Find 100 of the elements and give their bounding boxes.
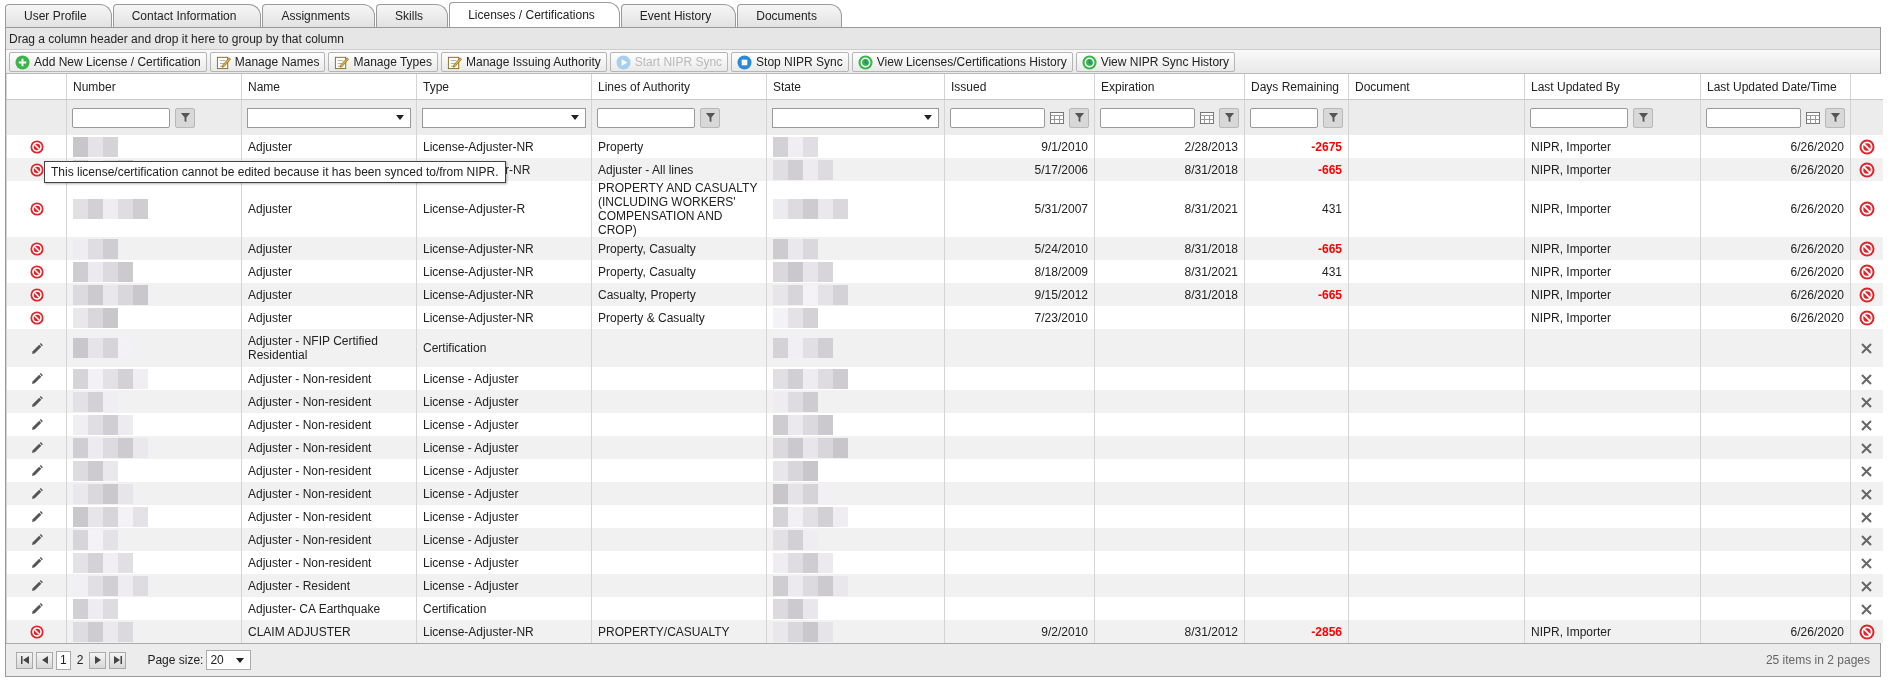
delete-icon[interactable] xyxy=(1861,442,1873,454)
no-entry-icon[interactable] xyxy=(1858,263,1875,280)
column-header[interactable]: Document xyxy=(1348,74,1525,100)
tab[interactable]: Documents xyxy=(737,4,842,27)
no-entry-icon[interactable] xyxy=(29,287,44,302)
filter-button[interactable] xyxy=(1219,107,1239,128)
note-pencil-icon xyxy=(446,54,462,70)
table-cell-text: 6/26/2020 xyxy=(1790,139,1844,154)
no-entry-icon[interactable] xyxy=(1858,309,1875,326)
no-entry-icon[interactable] xyxy=(29,310,44,325)
delete-icon[interactable] xyxy=(1861,534,1873,546)
previous-page-button[interactable] xyxy=(36,651,53,669)
pencil-icon[interactable] xyxy=(30,465,43,478)
page-size-dropdown[interactable]: 20 xyxy=(206,650,251,670)
filter-button[interactable] xyxy=(1633,107,1653,128)
pencil-icon[interactable] xyxy=(30,557,43,570)
next-page-button[interactable] xyxy=(89,651,107,669)
filter-field[interactable] xyxy=(72,107,170,128)
no-entry-icon[interactable] xyxy=(29,264,44,279)
filter-button[interactable] xyxy=(1069,107,1089,128)
delete-icon[interactable] xyxy=(1861,373,1873,385)
delete-icon[interactable] xyxy=(1861,603,1873,615)
filter-dropdown[interactable] xyxy=(247,107,411,128)
column-header[interactable]: Type xyxy=(416,74,592,100)
no-entry-icon[interactable] xyxy=(1858,161,1875,178)
filter-dropdown[interactable] xyxy=(422,107,586,128)
column-header[interactable]: State xyxy=(766,74,945,100)
no-entry-icon[interactable] xyxy=(1858,201,1875,217)
date-filter-field[interactable] xyxy=(1706,107,1801,128)
date-filter-field[interactable] xyxy=(1100,107,1195,128)
column-header[interactable]: Days Remaining xyxy=(1244,74,1349,100)
no-entry-icon[interactable] xyxy=(1858,138,1875,155)
page-number[interactable]: 1 xyxy=(56,650,71,670)
table-cell-text: Adjuster - Non-resident xyxy=(248,555,372,570)
tab[interactable]: Contact Information xyxy=(112,4,262,27)
pencil-icon[interactable] xyxy=(30,511,43,524)
delete-icon[interactable] xyxy=(1861,465,1873,477)
calendar-icon[interactable] xyxy=(1806,111,1820,124)
no-entry-icon[interactable] xyxy=(29,624,44,639)
table-cell-text: License-Adjuster-NR xyxy=(423,264,534,279)
table-cell-text: Property xyxy=(598,139,644,154)
toolbar-button[interactable]: Manage Issuing Authority xyxy=(440,52,607,72)
filter-field[interactable] xyxy=(1250,107,1318,128)
pencil-icon[interactable] xyxy=(30,580,43,593)
toolbar-button[interactable]: Manage Types xyxy=(328,52,438,72)
column-header[interactable]: Number xyxy=(66,74,242,100)
toolbar-button[interactable]: Add New License / Certification xyxy=(9,52,207,72)
tab[interactable]: Assignments xyxy=(262,4,376,27)
pencil-icon[interactable] xyxy=(30,396,43,409)
no-entry-icon[interactable] xyxy=(29,139,44,154)
delete-icon[interactable] xyxy=(1861,557,1873,569)
tab[interactable]: User Profile xyxy=(5,4,112,27)
no-entry-icon[interactable] xyxy=(1858,623,1875,640)
filter-button[interactable] xyxy=(175,107,195,128)
date-filter-field[interactable] xyxy=(950,107,1045,128)
filter-button[interactable] xyxy=(1323,107,1343,128)
page-number[interactable]: 2 xyxy=(73,651,87,669)
column-header[interactable]: Expiration xyxy=(1094,74,1245,100)
toolbar-button[interactable]: View Licenses/Certifications History xyxy=(851,52,1073,72)
no-entry-icon[interactable] xyxy=(29,241,44,256)
table-cell-text: PROPERTY/CASUALTY xyxy=(598,624,730,639)
toolbar-button[interactable]: View NIPR Sync History xyxy=(1075,52,1236,72)
toolbar-button[interactable]: Stop NIPR Sync xyxy=(731,52,849,72)
filter-dropdown[interactable] xyxy=(772,107,939,128)
tab[interactable]: Skills xyxy=(376,4,449,27)
table-cell-text: NIPR, Importer xyxy=(1531,241,1611,256)
pencil-icon[interactable] xyxy=(30,603,43,616)
no-entry-icon[interactable] xyxy=(29,162,44,177)
delete-icon[interactable] xyxy=(1861,511,1873,523)
no-entry-icon[interactable] xyxy=(1858,286,1875,303)
column-header[interactable]: Issued xyxy=(944,74,1095,100)
pencil-icon[interactable] xyxy=(30,488,43,501)
filter-icon xyxy=(1073,112,1085,123)
calendar-icon[interactable] xyxy=(1200,111,1214,124)
column-header[interactable]: Last Updated By xyxy=(1524,74,1701,100)
tab[interactable]: Licenses / Certifications xyxy=(449,2,620,27)
pencil-icon[interactable] xyxy=(30,419,43,432)
tab[interactable]: Event History xyxy=(620,4,737,27)
column-header[interactable]: Name xyxy=(241,74,417,100)
filter-field[interactable] xyxy=(597,107,695,128)
pencil-icon[interactable] xyxy=(30,442,43,455)
delete-icon[interactable] xyxy=(1861,343,1873,355)
no-entry-icon[interactable] xyxy=(1858,240,1875,257)
last-page-button[interactable] xyxy=(109,651,127,669)
delete-icon[interactable] xyxy=(1861,419,1873,431)
filter-button[interactable] xyxy=(1825,107,1845,128)
column-header[interactable]: Last Updated Date/Time xyxy=(1700,74,1851,100)
first-page-button[interactable] xyxy=(16,651,33,669)
delete-icon[interactable] xyxy=(1861,396,1873,408)
toolbar-button[interactable]: Manage Names xyxy=(209,52,326,72)
pencil-icon[interactable] xyxy=(30,534,43,547)
delete-icon[interactable] xyxy=(1861,488,1873,500)
no-entry-icon[interactable] xyxy=(29,202,44,217)
filter-button[interactable] xyxy=(700,107,720,128)
delete-icon[interactable] xyxy=(1861,580,1873,592)
pencil-icon[interactable] xyxy=(30,342,43,355)
filter-field[interactable] xyxy=(1530,107,1628,128)
column-header[interactable]: Lines of Authority xyxy=(591,74,767,100)
calendar-icon[interactable] xyxy=(1050,111,1064,124)
pencil-icon[interactable] xyxy=(30,373,43,386)
